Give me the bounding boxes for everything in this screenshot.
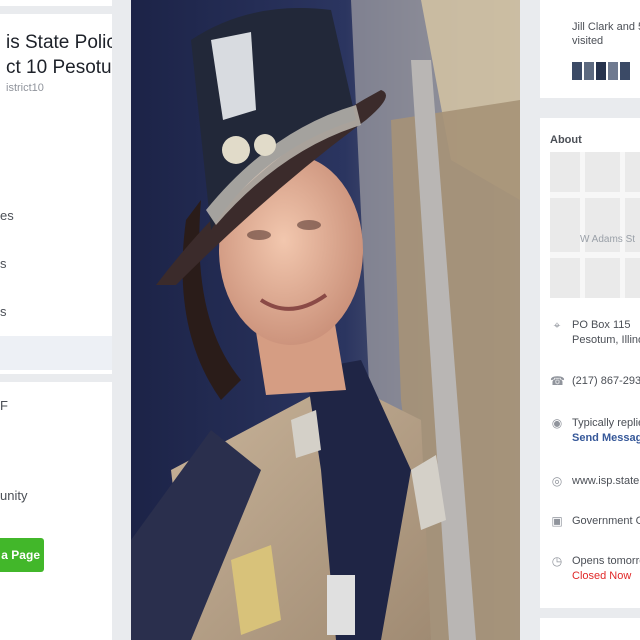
message-icon: ◉	[551, 416, 563, 430]
page-handle[interactable]: istrict10	[6, 82, 112, 94]
hours-text[interactable]: Opens tomorrow	[572, 554, 640, 569]
create-page-button[interactable]: a Page	[0, 538, 44, 572]
category-link[interactable]: Government Or	[572, 514, 640, 529]
address-line-2: Pesotum, Illino	[572, 334, 640, 346]
nav-item-3[interactable]: s	[0, 304, 7, 319]
nav-item-2[interactable]: s	[0, 256, 7, 271]
tag-icon: ▣	[551, 514, 563, 528]
community-label: unity	[0, 488, 28, 503]
page-title-line-1: is State Police	[6, 32, 112, 53]
globe-icon: ◎	[551, 474, 563, 488]
phone-number[interactable]: (217) 867-2936	[572, 374, 640, 389]
clock-icon: ◷	[551, 554, 563, 568]
visited-line-1: Jill Clark and 5	[572, 21, 640, 33]
cover-photo[interactable]	[131, 0, 520, 640]
map-road	[550, 252, 640, 258]
address-line-1: PO Box 115	[572, 319, 631, 331]
map-road	[580, 152, 585, 298]
response-time: Typically replies	[572, 417, 640, 429]
right-card-bottom	[540, 618, 640, 640]
left-column: is State Police ct 10 Pesotum istrict10 …	[0, 0, 122, 640]
website-link[interactable]: www.isp.state.il	[572, 474, 640, 489]
location-map[interactable]: W Adams St	[550, 152, 640, 298]
avatar[interactable]	[608, 62, 618, 80]
avatar[interactable]	[596, 62, 606, 80]
visitors-card	[540, 0, 640, 98]
avatar[interactable]	[572, 62, 582, 80]
visited-line-2: visited	[572, 35, 604, 47]
send-message-link[interactable]: Send Message	[572, 431, 640, 446]
avatar[interactable]	[620, 62, 630, 80]
map-road	[550, 192, 640, 198]
officer-photo	[131, 0, 520, 640]
nav-item-1[interactable]: es	[0, 208, 14, 223]
visitor-avatars	[572, 62, 630, 80]
closed-now-status: Closed Now	[572, 570, 632, 582]
visited-text[interactable]: Jill Clark and 5 visited	[572, 20, 640, 48]
phone-icon: ☎	[550, 374, 565, 388]
left-card-top	[0, 0, 112, 6]
left-card-lower	[0, 382, 112, 640]
page-title-line-2: ct 10 Pesotum	[6, 57, 112, 78]
map-street-label: W Adams St	[580, 234, 636, 245]
page-title[interactable]: is State Police ct 10 Pesotum	[6, 30, 112, 80]
map-road	[620, 152, 625, 298]
nav-item-active-bg[interactable]	[0, 336, 112, 370]
about-heading: About	[550, 134, 582, 146]
nav-item-4[interactable]: F	[0, 398, 8, 413]
location-pin-icon: ⌖	[553, 318, 561, 332]
avatar[interactable]	[584, 62, 594, 80]
